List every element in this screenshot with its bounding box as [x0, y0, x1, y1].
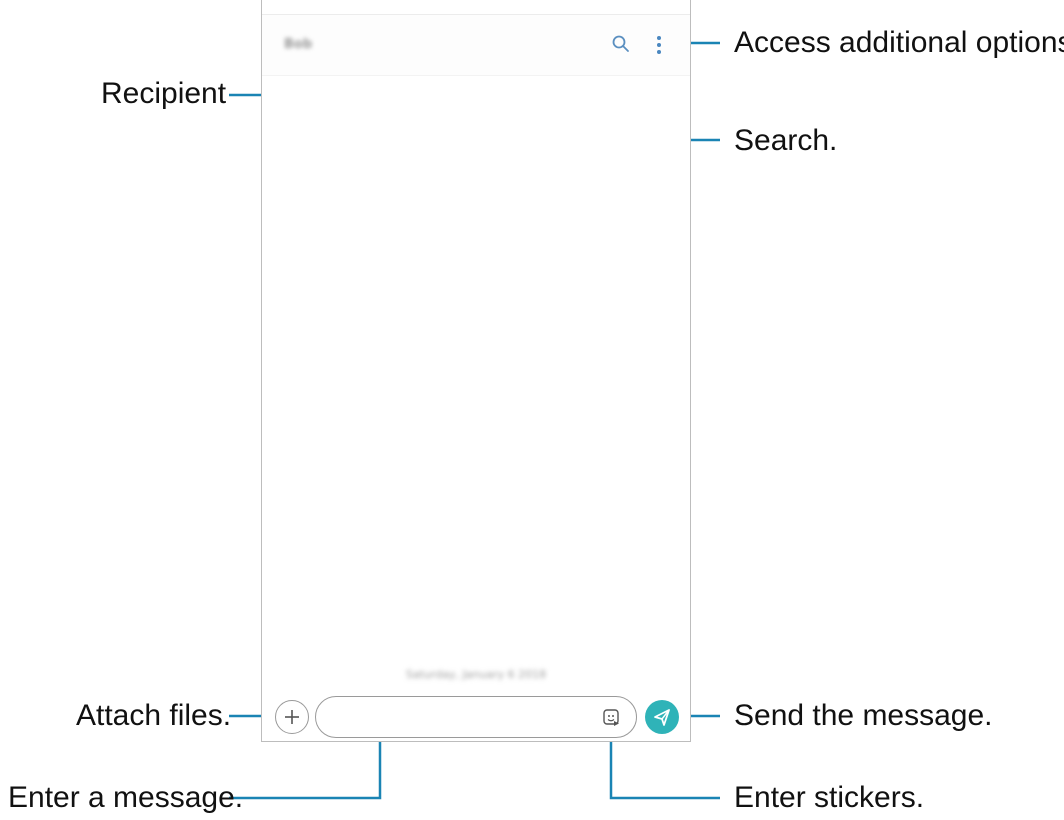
recipient-name[interactable]: Bob	[284, 37, 312, 52]
conversation-header: Bob	[262, 14, 690, 76]
send-icon	[654, 709, 670, 726]
date-separator: Saturday, January 6 2018	[405, 668, 547, 681]
leader-stickers	[609, 733, 720, 800]
search-icon[interactable]	[610, 33, 632, 55]
callout-recipient: Recipient	[101, 77, 227, 110]
send-button[interactable]	[645, 700, 679, 734]
message-compose-field[interactable]	[315, 696, 637, 738]
callout-stickers: Enter stickers.	[734, 781, 925, 814]
callout-search: Search.	[734, 124, 838, 157]
leader-enter-message	[229, 733, 382, 800]
callout-send: Send the message.	[734, 699, 993, 732]
message-input[interactable]	[334, 705, 578, 731]
sticker-icon[interactable]	[602, 708, 622, 728]
conversation-screen: Bob Saturday, January 6 2018	[261, 0, 691, 742]
plus-icon	[285, 710, 299, 724]
attach-button[interactable]	[275, 700, 309, 734]
callout-enter-message: Enter a message.	[8, 781, 244, 814]
callout-attach: Attach files.	[76, 699, 232, 732]
more-vertical-icon[interactable]	[654, 32, 664, 58]
callout-options: Access additional options.	[734, 26, 1064, 59]
